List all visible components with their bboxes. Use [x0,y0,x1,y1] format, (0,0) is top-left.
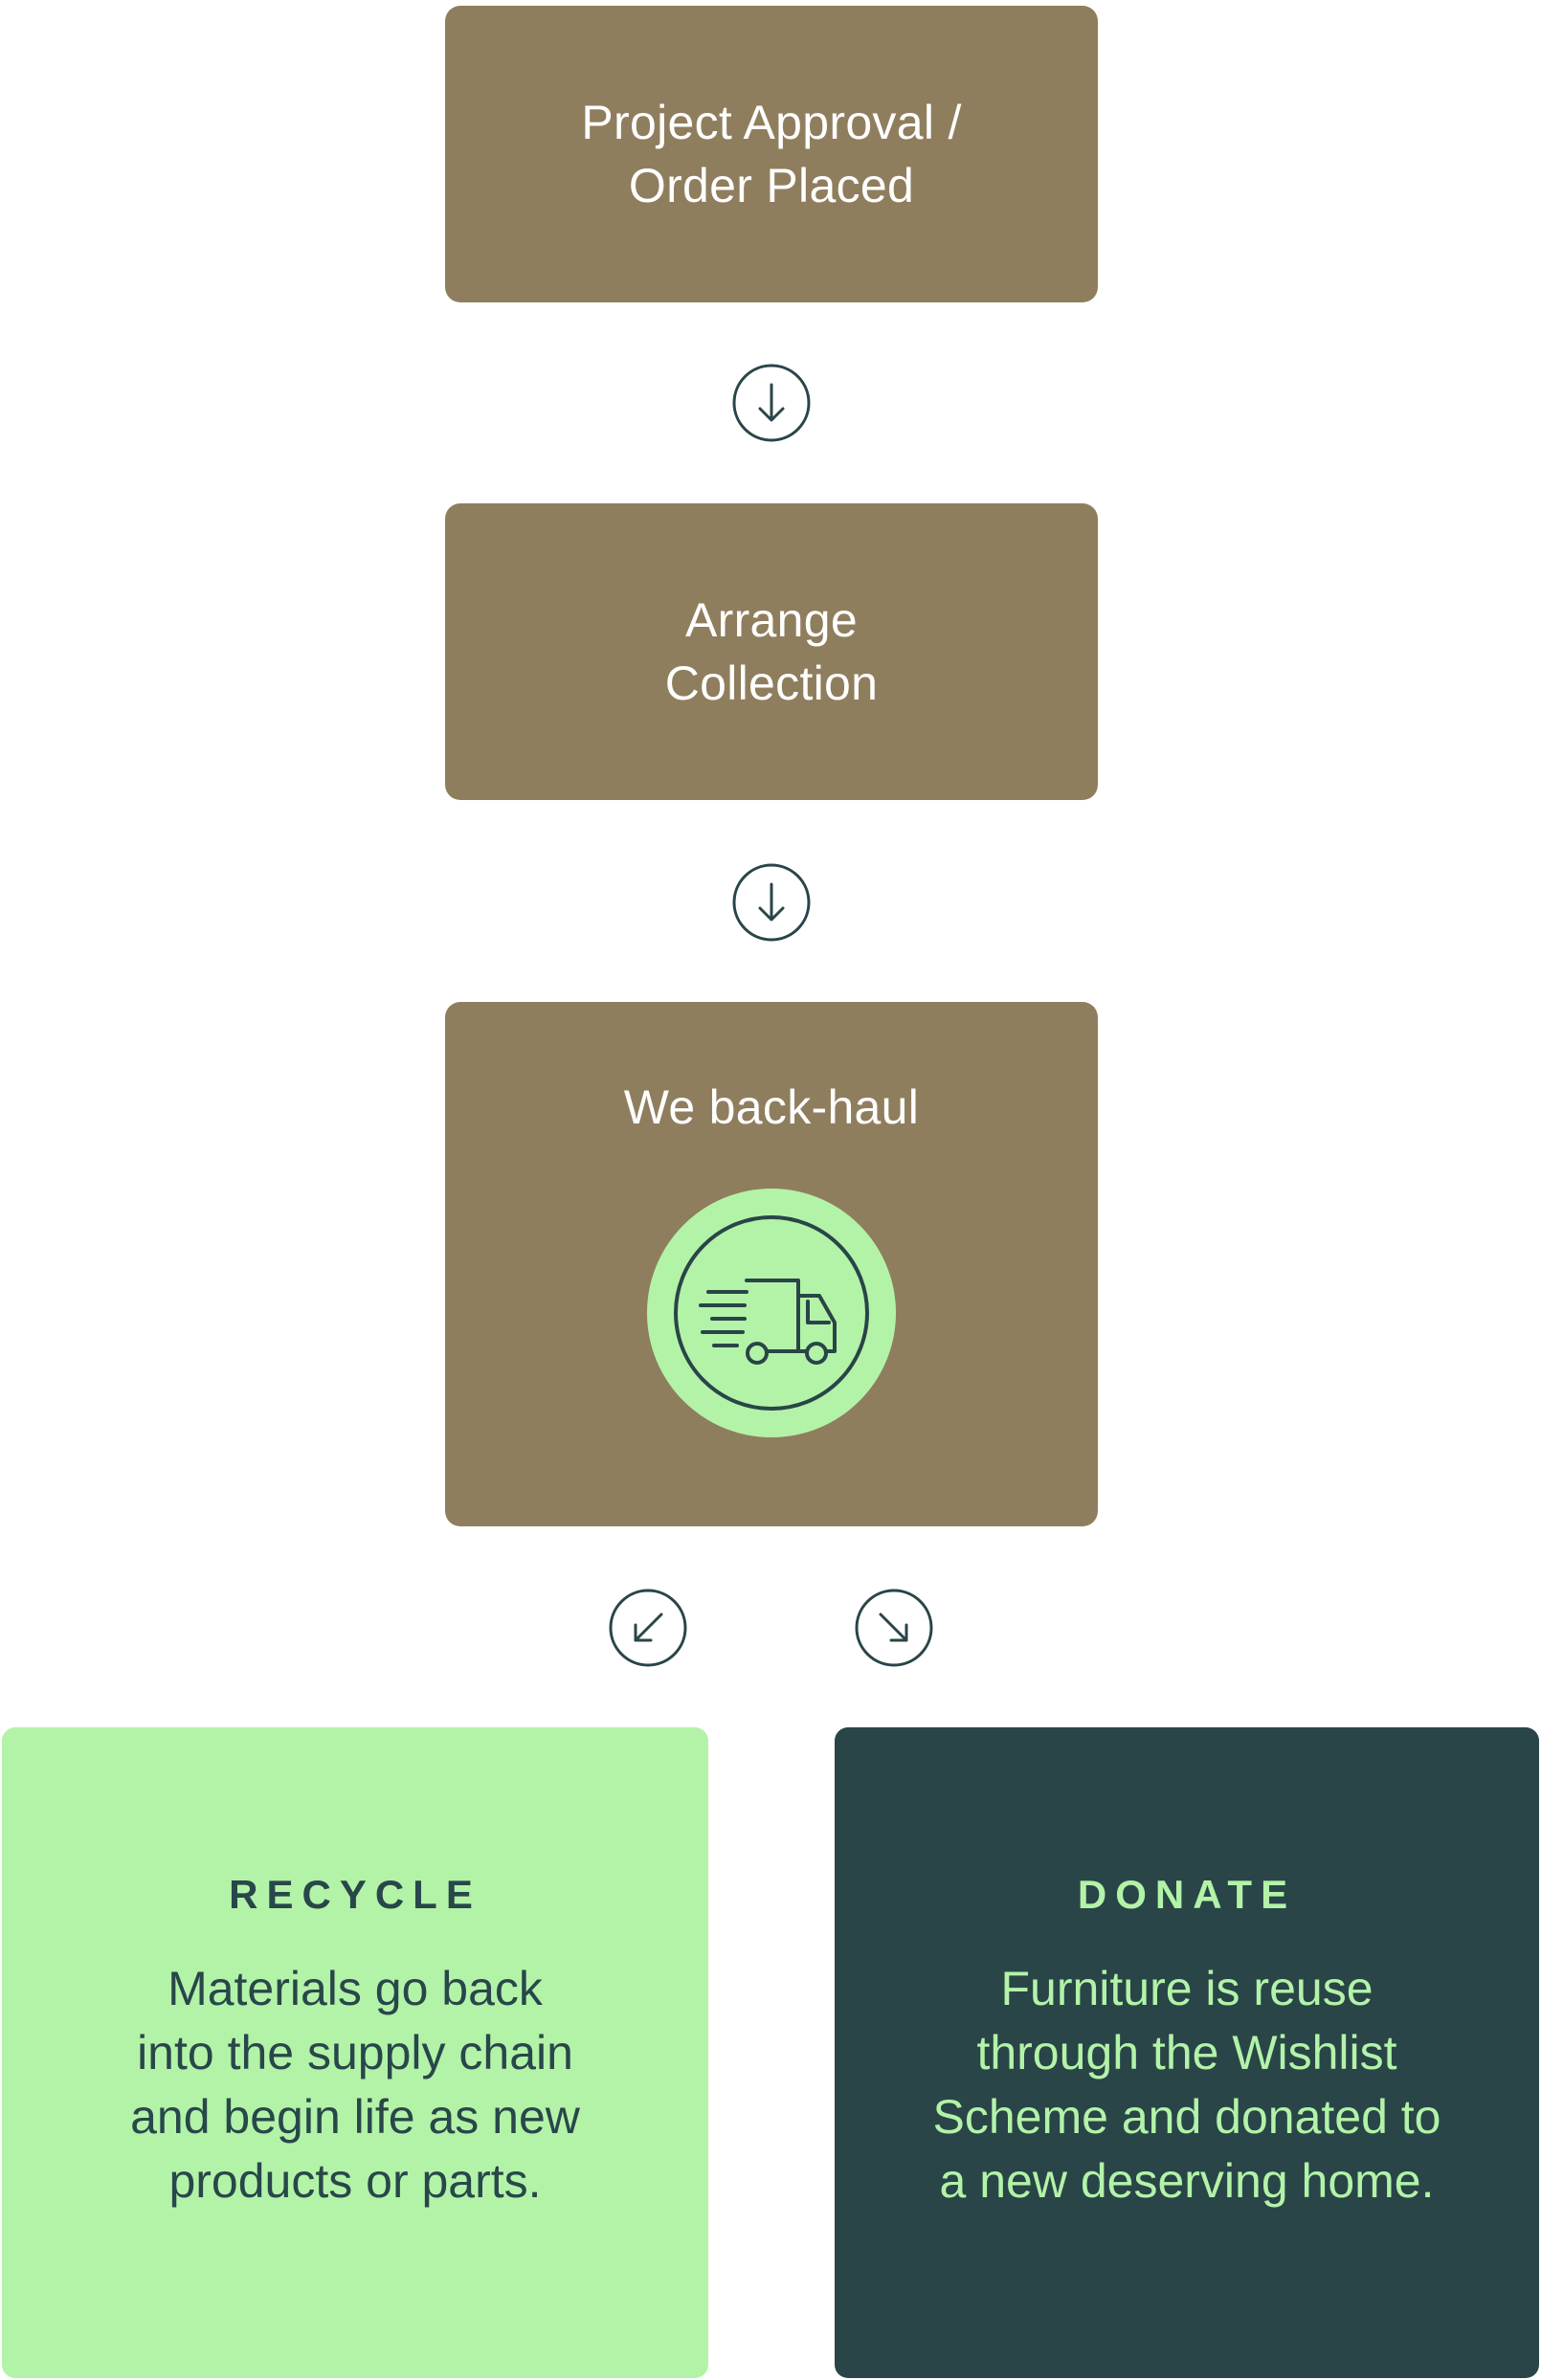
arrow-down-left-icon [609,1589,687,1667]
donate-description-line: a new deserving home. [939,2154,1435,2208]
step-project-approval: Project Approval / Order Placed [445,6,1098,302]
arrow-down-right-icon [855,1589,933,1667]
recycle-description-line: products or parts. [168,2154,542,2208]
arrow-down-icon [732,364,811,442]
recycle-card: RECYCLE Materials go back into the suppl… [2,1727,708,2378]
step-title-line: Project Approval / [581,96,962,149]
recycle-heading: RECYCLE [229,1872,481,1917]
step-title: Arrange Collection [665,589,879,715]
step-title-line: Arrange [685,593,858,647]
step-arrange-collection: Arrange Collection [445,503,1098,800]
step-title-line: Collection [664,656,879,710]
recycle-description: Materials go back into the supply chain … [2,1957,708,2213]
recycle-description-line: Materials go back [168,1962,543,2015]
recycle-description-line: into the supply chain [137,2026,573,2080]
donate-description-line: Scheme and donated to [932,2090,1441,2144]
step-back-haul: We back-haul [445,1002,1098,1526]
donate-description-line: through the Wishlist [976,2026,1397,2080]
arrow-down-icon [732,863,811,942]
delivery-truck-icon [647,1189,896,1437]
donate-heading: DONATE [1077,1872,1297,1917]
step-title: Project Approval / Order Placed [581,91,961,217]
step-title-line: Order Placed [628,159,915,212]
recycle-description-line: and begin life as new [130,2090,580,2144]
donate-description: Furniture is reuse through the Wishlist … [835,1957,1539,2213]
step-title-line: We back-haul [623,1080,920,1134]
step-title: We back-haul [445,1076,1098,1139]
donate-card: DONATE Furniture is reuse through the Wi… [835,1727,1539,2378]
donate-description-line: Furniture is reuse [1000,1962,1374,2015]
